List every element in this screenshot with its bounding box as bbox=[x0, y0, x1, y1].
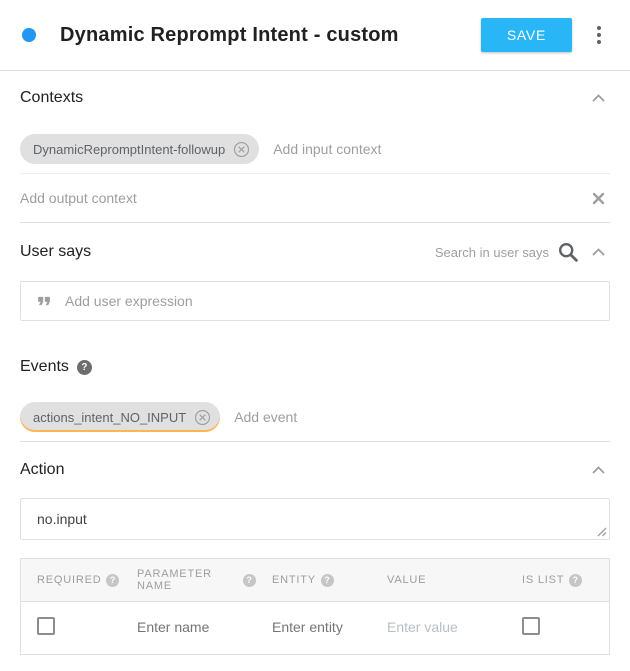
parameter-entity-field[interactable] bbox=[272, 619, 371, 635]
required-help-icon[interactable]: ? bbox=[106, 574, 119, 587]
user-says-collapse-chevron-icon[interactable] bbox=[587, 243, 610, 261]
action-section-head: Action bbox=[20, 442, 610, 498]
parameters-header-row: REQUIRED? PARAMETER NAME? ENTITY? VALUE … bbox=[21, 559, 609, 602]
input-context-chip[interactable]: DynamicRepromptIntent-followup bbox=[20, 134, 259, 164]
action-input-box bbox=[20, 498, 610, 540]
required-checkbox[interactable] bbox=[37, 617, 55, 635]
search-icon[interactable] bbox=[557, 241, 579, 263]
add-output-context-field[interactable] bbox=[20, 190, 587, 206]
input-contexts-row: DynamicRepromptIntent-followup bbox=[20, 125, 610, 173]
column-header-required: REQUIRED? bbox=[21, 574, 121, 587]
column-header-is-list: IS LIST? bbox=[506, 574, 609, 587]
add-event-field[interactable] bbox=[234, 409, 610, 425]
input-context-chip-label: DynamicRepromptIntent-followup bbox=[33, 142, 225, 157]
parameter-value-field[interactable] bbox=[387, 619, 506, 635]
resize-handle-icon[interactable] bbox=[596, 526, 607, 537]
action-name-input[interactable] bbox=[37, 511, 593, 527]
events-help-icon[interactable]: ? bbox=[77, 360, 92, 375]
action-heading: Action bbox=[20, 461, 64, 479]
kebab-menu-icon[interactable] bbox=[590, 21, 608, 49]
user-says-heading: User says bbox=[20, 243, 91, 261]
action-section: Action bbox=[0, 442, 630, 540]
intent-name-input[interactable]: Dynamic Reprompt Intent - custom bbox=[60, 24, 481, 47]
clear-output-context-icon[interactable] bbox=[587, 187, 610, 210]
events-row: actions_intent_NO_INPUT bbox=[20, 393, 610, 441]
column-header-parameter-name: PARAMETER NAME? bbox=[121, 568, 256, 592]
parameters-table: REQUIRED? PARAMETER NAME? ENTITY? VALUE … bbox=[20, 558, 610, 655]
parameter-row bbox=[21, 602, 609, 654]
remove-input-context-icon[interactable] bbox=[233, 141, 250, 158]
user-expression-box bbox=[20, 281, 610, 321]
contexts-section: Contexts DynamicRepromptIntent-followup bbox=[0, 71, 630, 222]
contexts-section-head: Contexts bbox=[20, 71, 610, 125]
save-button[interactable]: SAVE bbox=[481, 18, 572, 52]
output-contexts-row bbox=[20, 174, 610, 222]
action-collapse-chevron-icon[interactable] bbox=[587, 461, 610, 479]
intent-header: Dynamic Reprompt Intent - custom SAVE bbox=[0, 0, 630, 71]
entity-help-icon[interactable]: ? bbox=[321, 574, 334, 587]
quote-icon bbox=[34, 291, 54, 311]
events-section: Events ? actions_intent_NO_INPUT bbox=[0, 341, 630, 441]
event-chip[interactable]: actions_intent_NO_INPUT bbox=[20, 402, 220, 432]
parameter-name-help-icon[interactable]: ? bbox=[243, 574, 256, 587]
remove-event-icon[interactable] bbox=[194, 409, 211, 426]
intent-status-dot-icon bbox=[22, 28, 36, 42]
contexts-collapse-chevron-icon[interactable] bbox=[587, 89, 610, 107]
events-section-head: Events ? bbox=[20, 341, 610, 393]
event-chip-label: actions_intent_NO_INPUT bbox=[33, 410, 186, 425]
user-says-section: User says bbox=[0, 223, 630, 321]
column-header-entity: ENTITY? bbox=[256, 574, 371, 587]
is-list-checkbox[interactable] bbox=[522, 617, 540, 635]
search-user-says-input[interactable] bbox=[409, 245, 549, 260]
parameter-name-field[interactable] bbox=[137, 619, 256, 635]
user-says-section-head: User says bbox=[20, 223, 610, 281]
add-user-expression-field[interactable] bbox=[65, 293, 596, 309]
is-list-help-icon[interactable]: ? bbox=[569, 574, 582, 587]
contexts-heading: Contexts bbox=[20, 89, 83, 107]
column-header-value: VALUE bbox=[371, 574, 506, 586]
user-says-search bbox=[409, 241, 610, 263]
add-input-context-field[interactable] bbox=[273, 141, 610, 157]
events-heading: Events bbox=[20, 358, 69, 376]
